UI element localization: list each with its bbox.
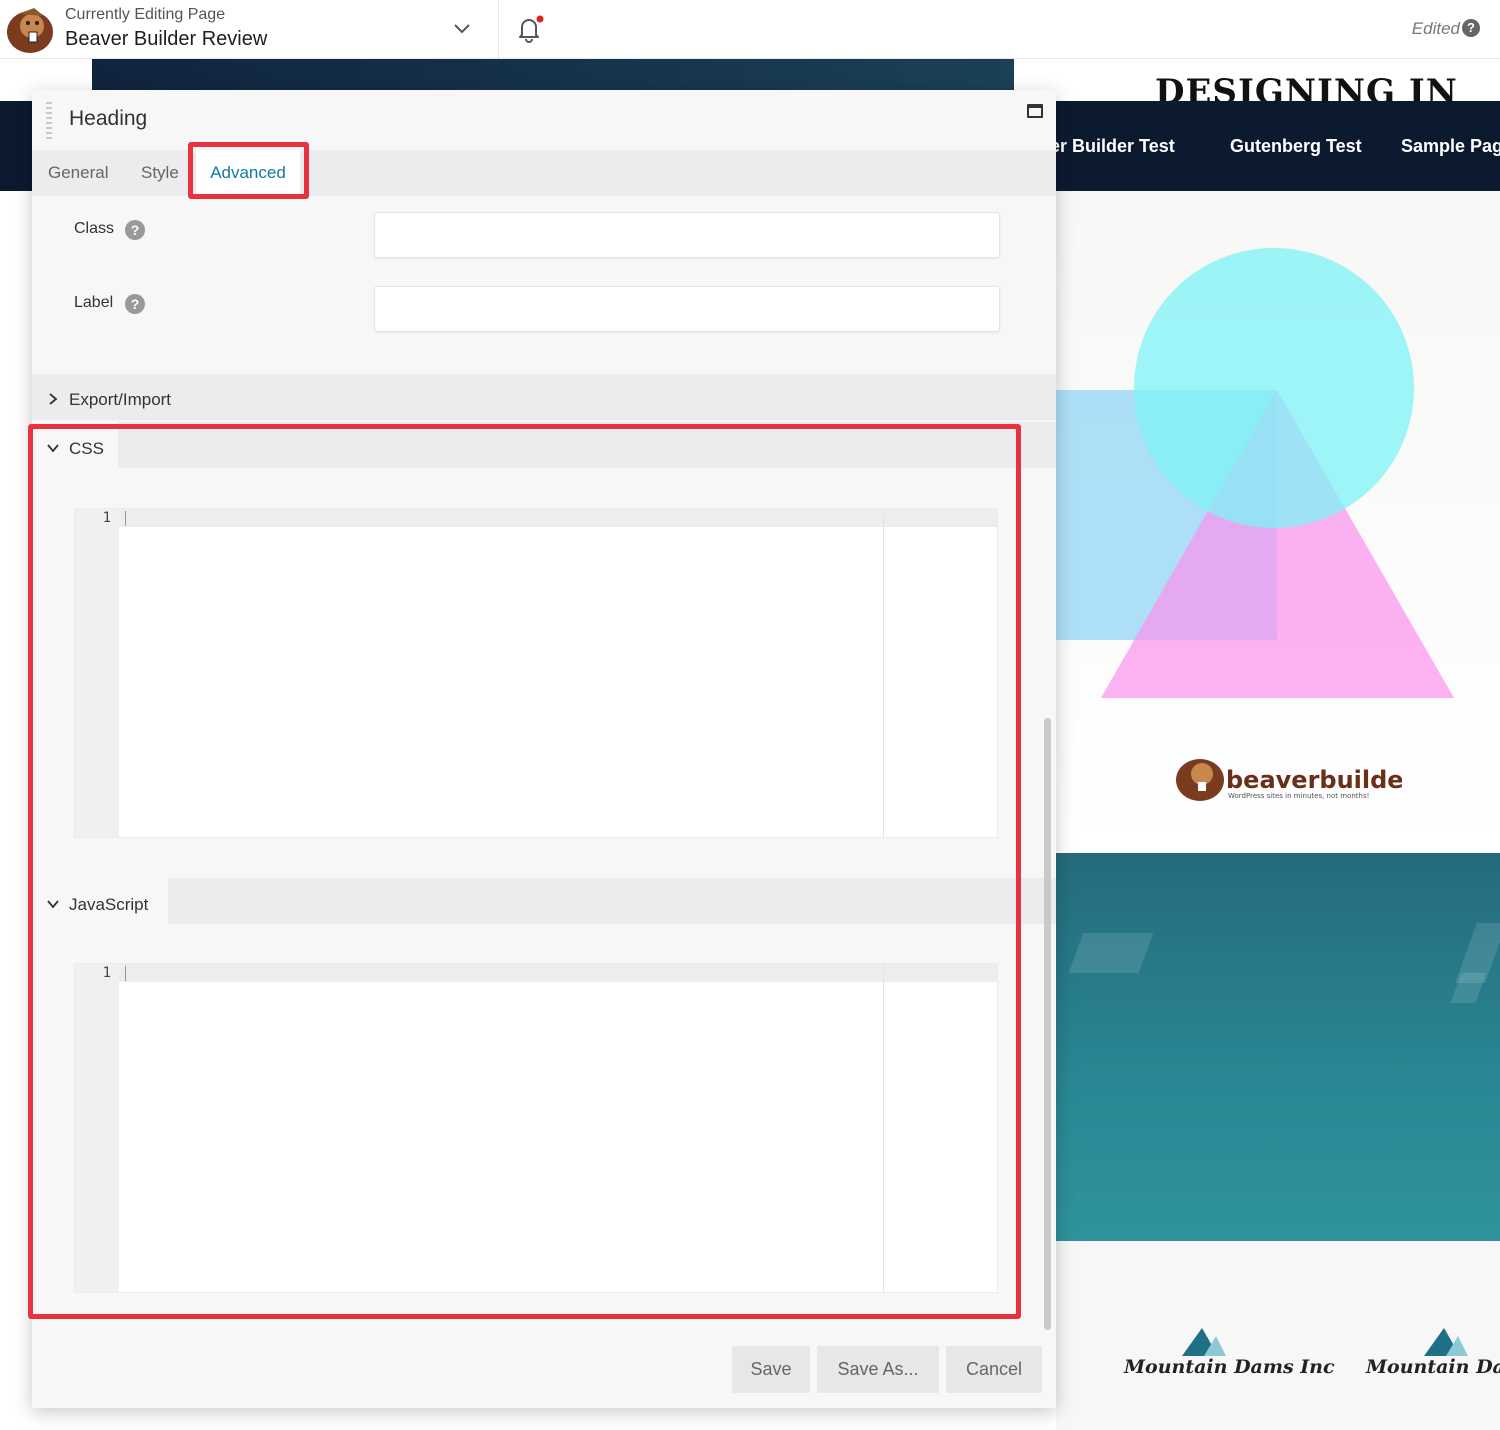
edited-status: Edited xyxy=(1411,19,1460,38)
heading-settings-panel: Heading General Style Advanced Class ? L… xyxy=(28,90,1056,1408)
svg-text:beaverbuilder: beaverbuilder xyxy=(1226,766,1402,794)
cancel-button[interactable]: Cancel xyxy=(946,1346,1042,1393)
mountain-icon xyxy=(1182,1328,1226,1356)
client-logo-text: Mountain Dams Inc xyxy=(1124,1356,1335,1378)
nav-item-beaver-builder-test[interactable]: ver Builder Test xyxy=(1040,136,1175,157)
label-label: Label xyxy=(74,294,114,311)
svg-text:WordPress sites in minutes, no: WordPress sites in minutes, not months! xyxy=(1228,792,1369,800)
builder-top-bar: Currently Editing Page Beaver Builder Re… xyxy=(0,0,1500,59)
panel-title: Heading xyxy=(69,107,148,130)
help-icon[interactable]: ? xyxy=(125,294,145,314)
beaver-logo-icon[interactable] xyxy=(4,4,56,54)
export-import-title[interactable]: Export/Import xyxy=(69,390,171,410)
client-logo: Mountain Dams xyxy=(1366,1328,1500,1378)
teal-content-section xyxy=(1056,853,1500,1241)
client-logo: Mountain Dams Inc xyxy=(1124,1328,1342,1378)
panel-scrollbar[interactable] xyxy=(1044,718,1051,1330)
class-label: Class xyxy=(74,220,115,237)
label-input[interactable] xyxy=(374,286,1000,332)
save-button[interactable]: Save xyxy=(732,1346,810,1393)
drag-handle-icon[interactable] xyxy=(46,102,52,140)
css-js-highlight xyxy=(28,424,1021,1319)
help-icon[interactable]: ? xyxy=(125,220,145,240)
advanced-tab-highlight xyxy=(188,142,309,199)
client-logo-text: Mountain Dams xyxy=(1366,1356,1500,1378)
save-as-button[interactable]: Save As... xyxy=(817,1346,939,1393)
topbar-divider xyxy=(498,0,499,59)
geometric-shapes-graphic xyxy=(1056,248,1454,698)
tab-general[interactable]: General xyxy=(48,163,108,183)
help-icon[interactable]: ? xyxy=(1462,19,1480,37)
nav-item-sample-page[interactable]: Sample Pag xyxy=(1401,136,1500,157)
chevron-down-icon[interactable] xyxy=(451,18,473,40)
bell-icon[interactable] xyxy=(514,14,544,44)
tab-style[interactable]: Style xyxy=(141,163,179,183)
nav-item-gutenberg-test[interactable]: Gutenberg Test xyxy=(1230,136,1362,157)
chevron-right-icon[interactable] xyxy=(46,392,60,406)
settings-tabs xyxy=(32,150,1056,196)
export-import-section-header[interactable] xyxy=(32,374,1056,420)
page-name[interactable]: Beaver Builder Review xyxy=(65,28,267,51)
class-input[interactable] xyxy=(374,212,1000,258)
currently-editing-label: Currently Editing Page xyxy=(65,6,226,23)
maximize-icon[interactable] xyxy=(1027,104,1043,118)
beaverbuilder-logo: beaverbuilder WordPress sites in minutes… xyxy=(1176,759,1402,801)
mountain-icon xyxy=(1424,1328,1468,1356)
